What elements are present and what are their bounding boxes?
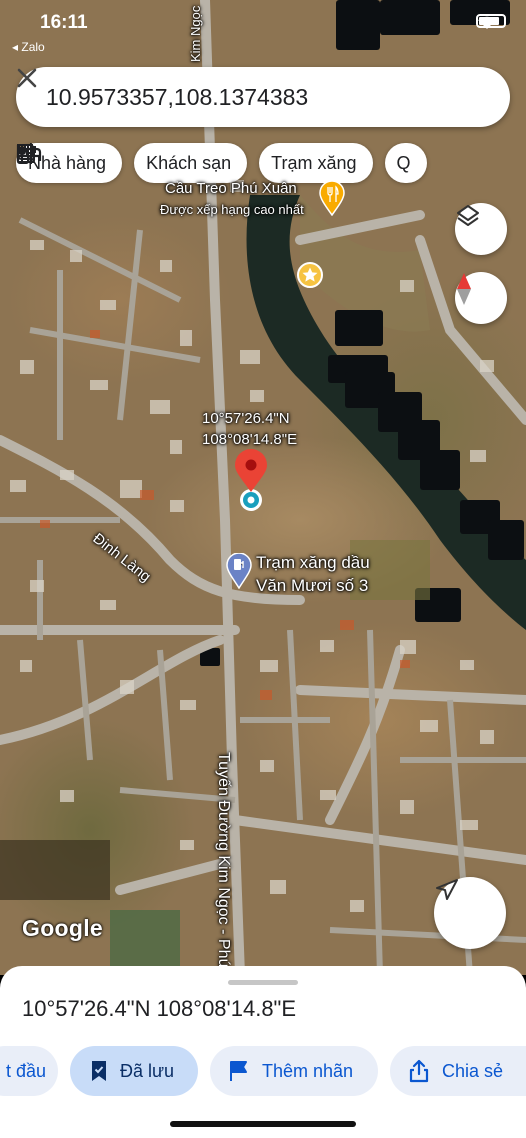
- search-query[interactable]: 10.9573357,108.1374383: [46, 84, 450, 111]
- back-to-app[interactable]: ◂ Zalo: [12, 40, 45, 54]
- street-label-kim-ngoc-phu: Tuyến Đường Kim Ngọc - Phú: [215, 752, 232, 968]
- chip-coffee[interactable]: Q: [17, 143, 427, 183]
- action-label: Đã lưu: [120, 1060, 175, 1081]
- action-label: Chia sẻ: [442, 1060, 504, 1081]
- add-label-button[interactable]: Thêm nhãn: [210, 1046, 378, 1096]
- saved-star-icon[interactable]: [296, 261, 324, 289]
- action-label: t đầu: [6, 1060, 47, 1081]
- navigation-arrow-icon: [436, 879, 458, 900]
- status-icons: [476, 14, 506, 29]
- layers-icon: [457, 205, 479, 226]
- search-bar[interactable]: 10.9573357,108.1374383: [16, 67, 510, 127]
- share-icon: [409, 1059, 429, 1083]
- status-time: 16:11: [40, 12, 88, 33]
- status-bar: 16:11 ◂ Zalo: [0, 6, 526, 54]
- action-row: t đầu Đã lưu Thêm nhãn Chia sẻ: [0, 1046, 526, 1098]
- coffee-icon: [17, 144, 36, 163]
- place-label-subtitle: Được xếp hạng cao nhất: [160, 202, 304, 217]
- layers-button[interactable]: [455, 203, 507, 255]
- sheet-coordinates: 10°57'26.4"N 108°08'14.8"E: [22, 996, 297, 1021]
- gas-station-label-line2[interactable]: Văn Mươi số 3: [256, 576, 368, 596]
- home-indicator[interactable]: [170, 1121, 356, 1127]
- chip-hotels[interactable]: Khách sạn: [16, 143, 248, 183]
- place-label-title[interactable]: Cầu Treo Phú Xuân: [165, 180, 297, 197]
- place-pin-icon[interactable]: [318, 180, 346, 216]
- sheet-drag-handle[interactable]: [228, 980, 298, 985]
- bottom-sheet[interactable]: 10°57'26.4"N 108°08'14.8"E t đầu Đã lưu …: [0, 966, 526, 1138]
- compass-icon: [457, 273, 471, 305]
- pin-label-lat: 10°57'26.4"N: [202, 410, 290, 427]
- chip-label: Khách sạn: [146, 152, 232, 173]
- chip-gas-stations[interactable]: Trạm xăng: [17, 143, 373, 183]
- bookmark-icon: [92, 1061, 106, 1081]
- flag-icon: [230, 1061, 247, 1081]
- battery-icon: [476, 14, 506, 28]
- chip-label: Trạm xăng: [271, 152, 357, 173]
- category-chips: Nhà hàng Khách sạn Trạm xăng Q: [16, 143, 427, 183]
- compass-button[interactable]: [455, 272, 507, 324]
- google-attribution: Google: [22, 915, 104, 941]
- directions-button[interactable]: t đầu: [0, 1046, 58, 1096]
- share-button[interactable]: Chia sẻ: [390, 1046, 526, 1096]
- saved-button[interactable]: Đã lưu: [70, 1046, 198, 1096]
- gas-station-pin-icon[interactable]: [226, 553, 252, 589]
- dropped-pin-icon[interactable]: [231, 448, 271, 514]
- close-icon: [17, 68, 37, 88]
- street-label-kim-ngoc: Kim Ngọc: [188, 5, 203, 62]
- my-location-button[interactable]: [434, 877, 506, 949]
- pin-label-lng: 108°08'14.8"E: [202, 431, 298, 448]
- gas-station-label-line1[interactable]: Trạm xăng dầu: [256, 553, 370, 573]
- clear-search-button[interactable]: [17, 67, 510, 127]
- action-label: Thêm nhãn: [262, 1060, 354, 1081]
- satellite-map[interactable]: 16:11 ◂ Zalo 10.9573357,108.1374383 Nhà …: [0, 0, 526, 975]
- chip-label: Q: [396, 152, 411, 173]
